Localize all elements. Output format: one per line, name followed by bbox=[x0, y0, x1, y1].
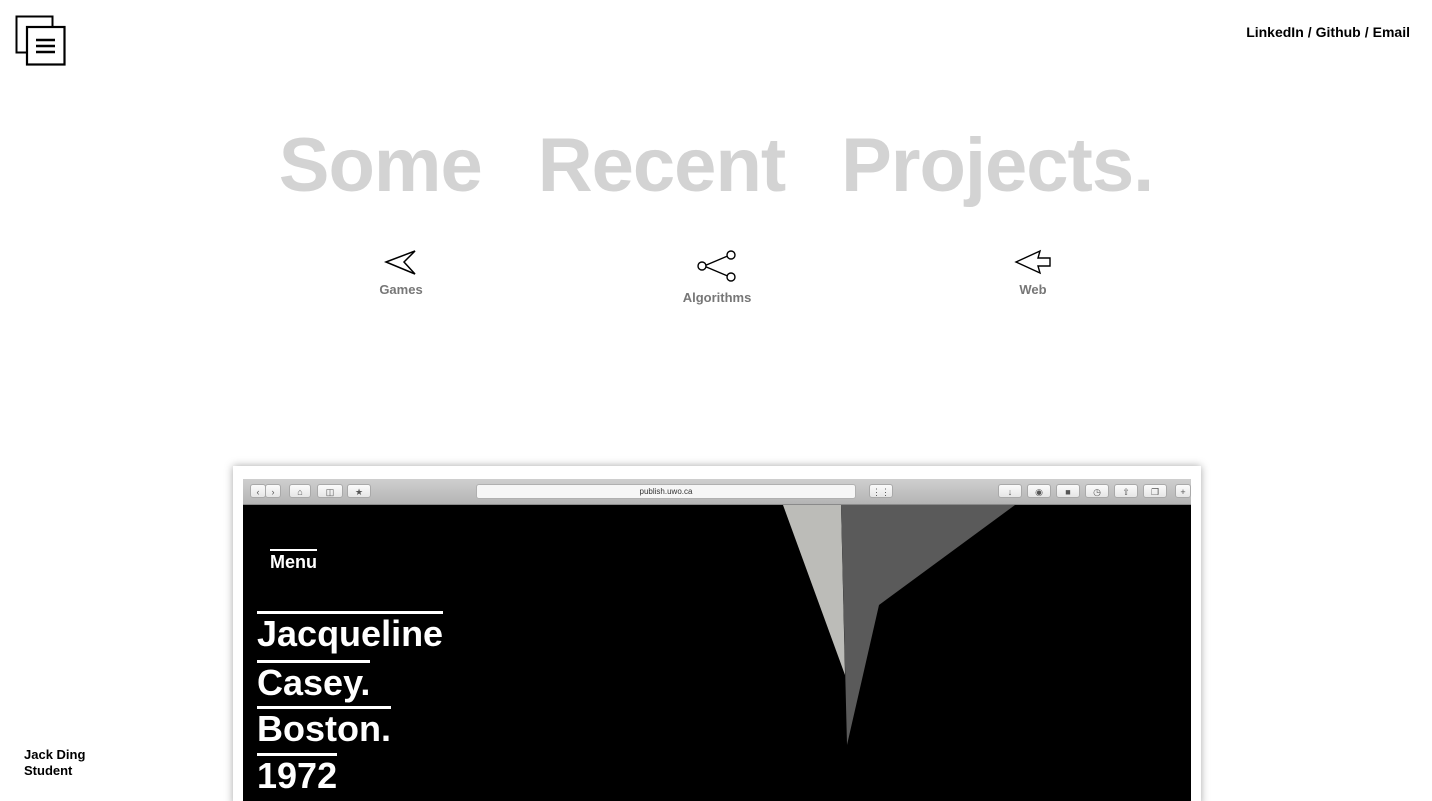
site-viewport: Menu Jacqueline Casey. Boston. 1972 bbox=[243, 505, 1191, 801]
browser-screenshot: ‹ › ⌂ ◫ ★ publish.uwo.ca ⋮⋮ ↓ ◉ ■ ◷ ⇧ ❐ … bbox=[243, 479, 1191, 801]
sidebar-icon: ◫ bbox=[317, 484, 343, 498]
apps-grid-icon: ⋮⋮ bbox=[869, 484, 893, 498]
site-menu-link: Menu bbox=[270, 549, 317, 573]
category-games[interactable]: Games bbox=[331, 248, 471, 297]
dark-shard bbox=[841, 505, 1015, 745]
author-role: Student bbox=[24, 763, 73, 778]
menu-logo-icon[interactable] bbox=[15, 15, 67, 67]
email-link[interactable]: Email bbox=[1373, 24, 1410, 40]
project-preview-card[interactable]: ‹ › ⌂ ◫ ★ publish.uwo.ca ⋮⋮ ↓ ◉ ■ ◷ ⇧ ❐ … bbox=[233, 466, 1201, 801]
github-link[interactable]: Github bbox=[1316, 24, 1361, 40]
arrow-pointer-icon bbox=[1014, 249, 1051, 275]
author-name: Jack Ding bbox=[24, 747, 86, 762]
linkedin-link[interactable]: LinkedIn bbox=[1246, 24, 1304, 40]
new-tab-icon: + bbox=[1175, 484, 1191, 498]
tabs-icon: ❐ bbox=[1143, 484, 1167, 498]
author-identity: Jack Ding Student bbox=[24, 747, 85, 779]
category-label: Web bbox=[1019, 282, 1047, 297]
compass-icon: ◉ bbox=[1027, 484, 1051, 498]
history-icon: ◷ bbox=[1085, 484, 1109, 498]
browser-toolbar: ‹ › ⌂ ◫ ★ publish.uwo.ca ⋮⋮ ↓ ◉ ■ ◷ ⇧ ❐ … bbox=[243, 479, 1191, 505]
record-icon: ■ bbox=[1056, 484, 1080, 498]
home-icon: ⌂ bbox=[289, 484, 311, 498]
separator: / bbox=[1307, 24, 1312, 40]
category-label: Algorithms bbox=[682, 290, 752, 305]
headline-word: Projects. bbox=[841, 123, 1154, 208]
category-label: Games bbox=[379, 282, 423, 297]
bookmark-icon: ★ bbox=[347, 484, 371, 498]
light-shard bbox=[783, 505, 845, 675]
headline-word: Some bbox=[278, 123, 483, 208]
headline-word: Recent bbox=[537, 123, 786, 208]
back-icon: ‹ bbox=[250, 484, 266, 498]
download-icon: ↓ bbox=[998, 484, 1022, 498]
share-icon: ⇧ bbox=[1114, 484, 1138, 498]
share-nodes-icon bbox=[697, 250, 736, 282]
url-text: publish.uwo.ca bbox=[639, 487, 693, 496]
address-bar: publish.uwo.ca bbox=[476, 484, 856, 499]
site-title-line: Casey. bbox=[257, 660, 371, 703]
site-title-line: 1972 bbox=[257, 753, 338, 796]
paper-plane-icon bbox=[384, 250, 416, 275]
site-title-line: Boston. bbox=[257, 706, 391, 749]
category-web[interactable]: Web bbox=[963, 248, 1103, 297]
page-headline: Some Recent Projects. bbox=[0, 122, 1432, 210]
social-links: LinkedIn / Github / Email bbox=[1246, 24, 1410, 40]
site-title-line: Jacqueline bbox=[257, 611, 444, 654]
separator: / bbox=[1364, 24, 1369, 40]
forward-icon: › bbox=[265, 484, 281, 498]
category-algorithms[interactable]: Algorithms bbox=[647, 250, 787, 305]
portfolio-page: LinkedIn / Github / Email Some Recent Projects… bbox=[0, 0, 1432, 801]
